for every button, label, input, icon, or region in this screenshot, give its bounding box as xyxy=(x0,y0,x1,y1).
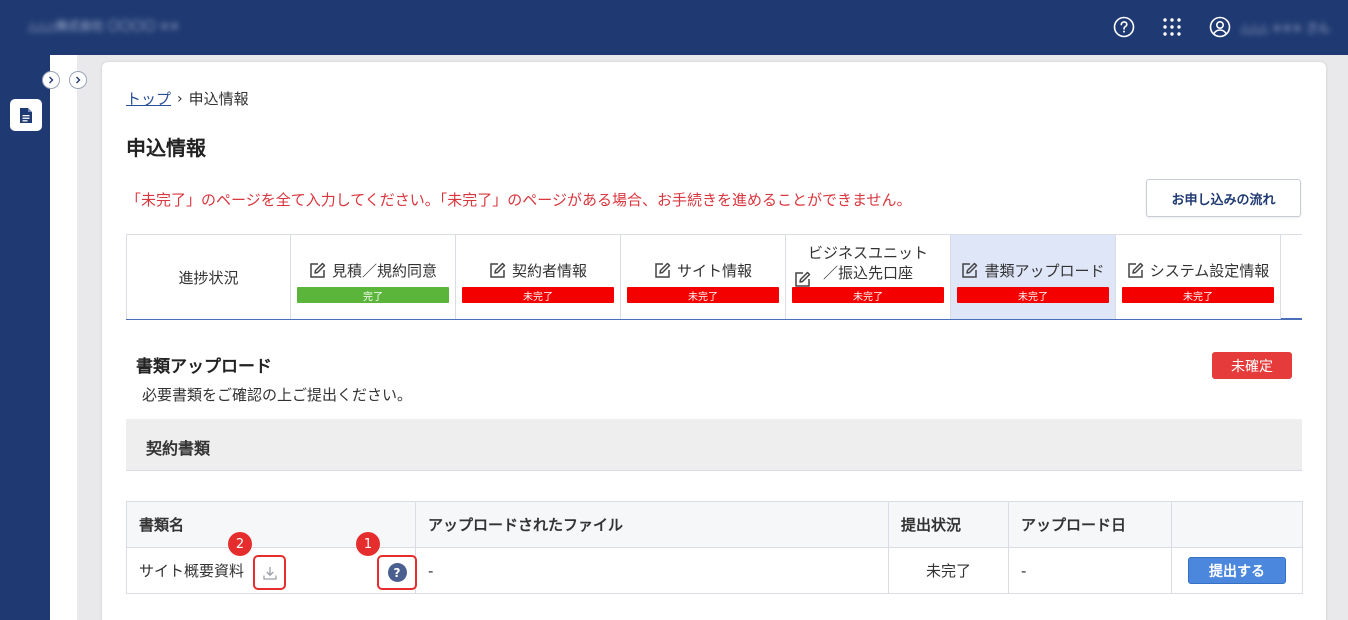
grid-dots-icon[interactable] xyxy=(1161,16,1183,38)
edit-icon xyxy=(961,262,978,279)
application-flow-button[interactable]: お申し込みの流れ xyxy=(1146,179,1301,217)
progress-steps: 進捗状況 見積／規約同意 完了 契約者情報 未完了 サイト情報 未完了 ビジネス… xyxy=(126,234,1302,320)
submit-button[interactable]: 提出する xyxy=(1188,557,1286,584)
step-business-unit[interactable]: ビジネスユニット ／振込先口座 未完了 xyxy=(786,235,951,319)
step-label: 見積／規約同意 xyxy=(291,260,455,281)
status-badge: 未完了 xyxy=(627,287,779,303)
section-title: 書類アップロード xyxy=(136,357,272,377)
question-icon: ? xyxy=(387,563,407,582)
column-header xyxy=(1171,501,1303,548)
column-header: アップロード日 xyxy=(1008,501,1172,548)
group-title: 契約書類 xyxy=(146,439,211,458)
section-description: 必要書類をご確認の上ご提出ください。 xyxy=(142,386,413,404)
breadcrumb: トップ › 申込情報 xyxy=(126,88,249,109)
step-system-settings[interactable]: システム設定情報 未完了 xyxy=(1116,235,1281,319)
help-button[interactable]: ? xyxy=(377,555,417,590)
status-badge: 未完了 xyxy=(1122,287,1274,303)
column-header: アップロードされたファイル xyxy=(415,501,889,548)
edit-icon xyxy=(489,262,506,279)
step-label: サイト情報 xyxy=(621,260,785,281)
download-icon[interactable] xyxy=(253,555,286,590)
breadcrumb-top-link[interactable]: トップ xyxy=(126,88,171,109)
expand-panel-chevron-icon[interactable] xyxy=(69,71,87,89)
uploaded-file-cell: - xyxy=(415,547,889,594)
top-right-tools: △△△ ××× さん xyxy=(1087,12,1330,42)
submission-status-cell: 未完了 xyxy=(888,547,1009,594)
warning-message: 「未完了」のページを全て入力してください。「未完了」のページがある場合、お手続き… xyxy=(126,191,912,209)
top-bar: △△△株式会社 〇〇〇〇 ×× △△△ ××× さん xyxy=(0,0,1348,55)
step-label: 書類アップロード xyxy=(951,260,1115,281)
unconfirmed-status-badge: 未確定 xyxy=(1212,352,1292,379)
upload-date-cell: - xyxy=(1008,547,1172,594)
documents-table: 書類名 アップロードされたファイル 提出状況 アップロード日 サイト概要資料 ? xyxy=(126,501,1303,594)
step-label: 契約者情報 xyxy=(456,260,620,281)
table-row: サイト概要資料 ? - 未完了 - 提出する xyxy=(126,547,1303,594)
main-card: トップ › 申込情報 申込情報 「未完了」のページを全て入力してください。「未完… xyxy=(102,62,1326,620)
step-estimate[interactable]: 見積／規約同意 完了 xyxy=(291,235,456,319)
table-header-row: 書類名 アップロードされたファイル 提出状況 アップロード日 xyxy=(126,501,1303,548)
page-title: 申込情報 xyxy=(126,136,206,160)
left-rail xyxy=(0,55,50,620)
user-name[interactable]: △△△ ××× さん xyxy=(1241,19,1330,36)
document-icon[interactable] xyxy=(10,99,42,131)
question-circle-icon[interactable] xyxy=(1113,16,1135,38)
steps-header: 進捗状況 xyxy=(126,235,291,319)
edit-icon xyxy=(1127,262,1144,279)
expand-sidebar-chevron-icon[interactable] xyxy=(42,71,60,89)
document-name: サイト概要資料 xyxy=(139,562,245,580)
status-badge: 未完了 xyxy=(957,287,1109,303)
step-document-upload[interactable]: 書類アップロード 未完了 xyxy=(951,235,1116,319)
app-title: △△△株式会社 〇〇〇〇 ×× xyxy=(28,19,180,33)
edit-icon xyxy=(654,262,671,279)
step-site[interactable]: サイト情報 未完了 xyxy=(621,235,786,319)
edit-icon xyxy=(309,262,326,279)
collapsed-panel xyxy=(50,55,77,620)
step-label: ビジネスユニット ／振込先口座 xyxy=(786,243,950,287)
status-badge: 未完了 xyxy=(462,287,614,303)
callout-number-1: 1 xyxy=(356,532,380,556)
edit-icon xyxy=(794,271,811,288)
status-badge: 未完了 xyxy=(792,287,944,303)
callout-number-2: 2 xyxy=(228,532,252,556)
contract-documents-group: 契約書類 xyxy=(126,419,1302,471)
column-header: 提出状況 xyxy=(888,501,1009,548)
step-contractor[interactable]: 契約者情報 未完了 xyxy=(456,235,621,319)
breadcrumb-separator: › xyxy=(177,90,183,107)
user-circle-icon[interactable] xyxy=(1209,16,1231,38)
action-cell: 提出する xyxy=(1171,547,1303,594)
step-label: システム設定情報 xyxy=(1116,260,1280,281)
breadcrumb-current: 申込情報 xyxy=(188,90,249,108)
status-badge: 完了 xyxy=(297,287,449,303)
